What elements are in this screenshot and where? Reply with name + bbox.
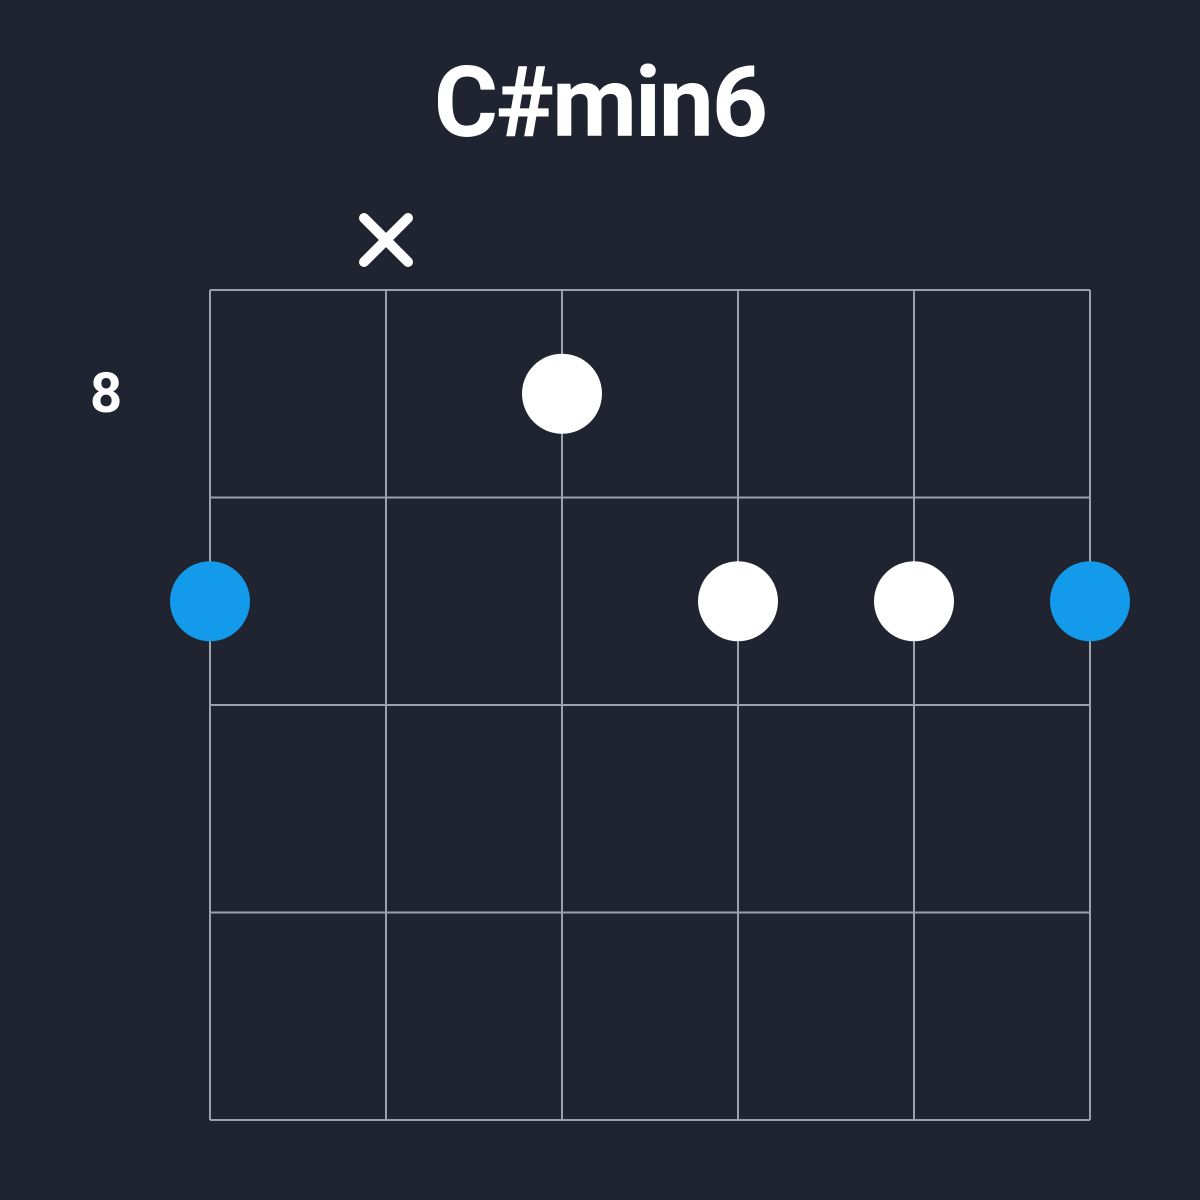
note-dot bbox=[522, 354, 602, 434]
note-dot bbox=[874, 561, 954, 641]
note-dot bbox=[698, 561, 778, 641]
root-note-dot bbox=[1050, 561, 1130, 641]
start-fret-label: 8 bbox=[90, 360, 122, 426]
chord-diagram-container: C#min6 8 bbox=[0, 0, 1200, 1200]
root-note-dot bbox=[170, 561, 250, 641]
chord-grid bbox=[0, 0, 1200, 1200]
